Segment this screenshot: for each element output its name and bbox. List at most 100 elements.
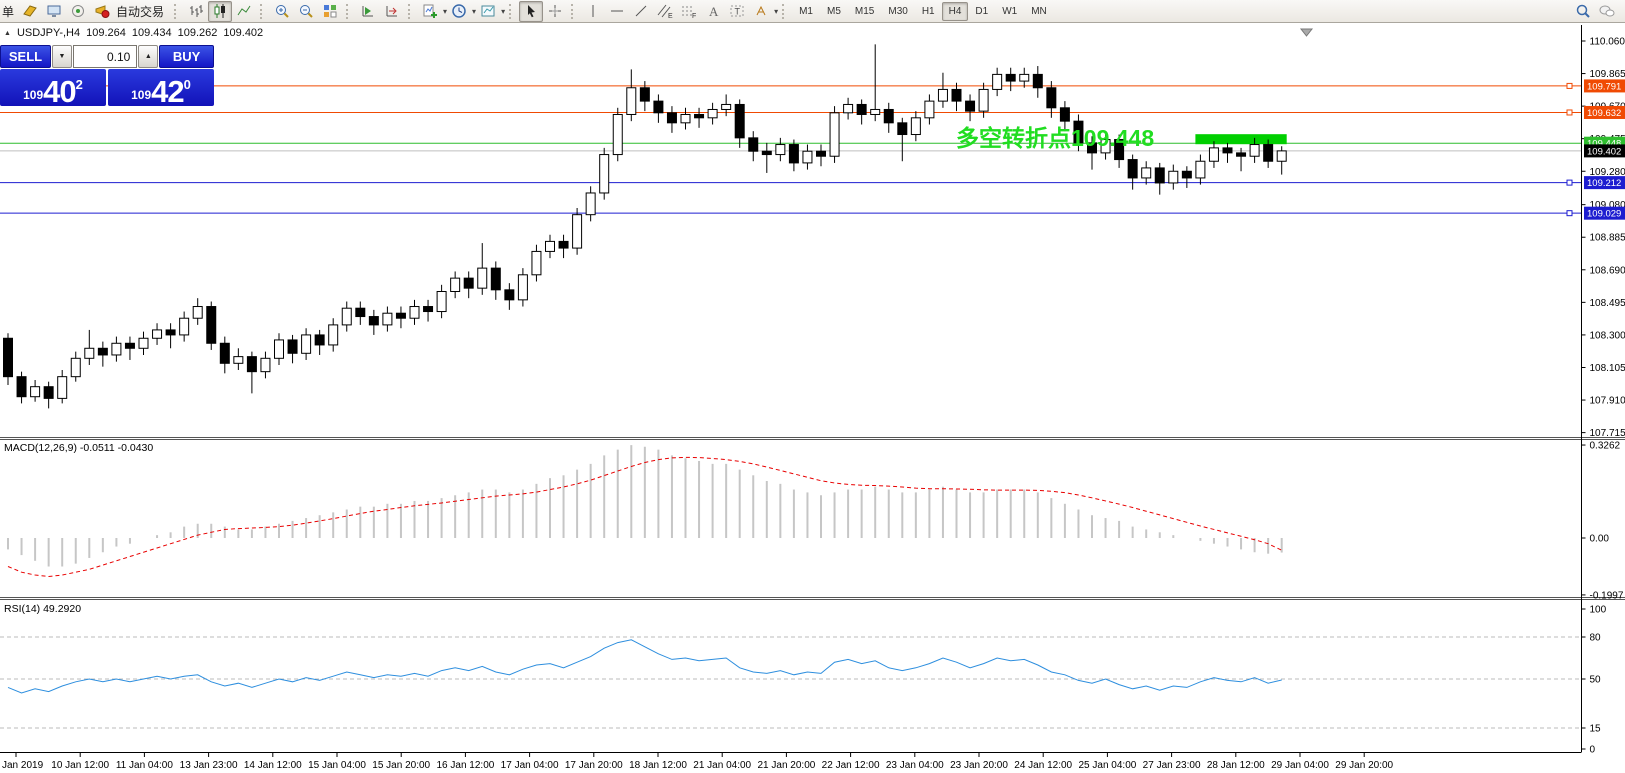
candle-body (410, 307, 419, 319)
rsi-label: RSI(14) 49.2920 (4, 603, 81, 615)
indicators-add-icon[interactable] (418, 1, 442, 22)
time-axis: Jan 201910 Jan 12:0011 Jan 04:0013 Jan 2… (2, 752, 1394, 771)
candle-body (640, 88, 649, 101)
zoom-out-icon[interactable] (294, 1, 318, 22)
volume-input[interactable]: 0.10 (73, 45, 138, 68)
auto-scroll-icon[interactable] (356, 1, 380, 22)
candle-body (1196, 161, 1205, 178)
candle-body (627, 88, 636, 115)
crosshair-icon[interactable] (543, 1, 567, 22)
bar-chart-type-icon[interactable] (184, 1, 208, 22)
candle-body (1033, 74, 1042, 87)
tf-mn-button[interactable]: MN (1024, 2, 1054, 21)
pivot-zone-rect[interactable] (1195, 134, 1286, 144)
arrows-tool-icon[interactable] (749, 1, 773, 22)
candle-body (4, 338, 13, 376)
horizontal-line-tool-icon[interactable] (605, 1, 629, 22)
cursor-icon[interactable] (519, 1, 543, 22)
candle-body (708, 109, 717, 117)
candle-body (1237, 153, 1246, 156)
text-tool-icon[interactable]: A (701, 1, 725, 22)
terminal-icon[interactable] (42, 1, 66, 22)
search-icon[interactable] (1571, 1, 1595, 22)
candle-body (789, 145, 798, 163)
dropdown-icon[interactable]: ▾ (501, 7, 505, 16)
candle-body (518, 275, 527, 300)
candlestick-chart-type-icon[interactable] (208, 1, 232, 22)
dropdown-icon[interactable]: ▾ (774, 7, 778, 16)
chat-icon[interactable] (1595, 1, 1619, 22)
chart-canvas[interactable]: 110.060109.865109.670109.475109.280109.0… (0, 0, 1625, 773)
vertical-line-tool-icon[interactable] (581, 1, 605, 22)
time-tick-label: 29 Jan 04:00 (1271, 760, 1329, 771)
line-handle[interactable] (1567, 110, 1572, 115)
sell-price-display[interactable]: 109 40 2 (0, 69, 106, 106)
tf-d1-button[interactable]: D1 (968, 2, 995, 21)
price-tag: 109.402 (1584, 144, 1625, 157)
accounts-icon[interactable] (18, 1, 42, 22)
buy-price-display[interactable]: 109 42 0 (108, 69, 214, 106)
toolbar-separator (509, 4, 515, 19)
time-tick-label: 21 Jan 20:00 (757, 760, 815, 771)
candle-body (396, 313, 405, 318)
tile-windows-icon[interactable] (318, 1, 342, 22)
sell-button[interactable]: SELL (0, 45, 51, 68)
periods-icon[interactable] (447, 1, 471, 22)
volume-increase-button[interactable]: ▲ (138, 45, 158, 68)
macd-tick-label: -0.1997 (1590, 590, 1624, 601)
buy-button[interactable]: BUY (159, 45, 214, 68)
candle-body (207, 307, 216, 344)
channel-tool-icon[interactable]: E (653, 1, 677, 22)
candle-body (1006, 74, 1015, 81)
tf-m30-button[interactable]: M30 (881, 2, 914, 21)
main-toolbar: 单 自动交易 ▾ ▾ ▾ E F A T ▾ (0, 0, 1625, 23)
new-order-button[interactable]: 单 (2, 3, 14, 20)
price-tick-label: 109.865 (1590, 69, 1625, 80)
candle-body (193, 307, 202, 319)
candle-body (315, 335, 324, 345)
line-handle[interactable] (1567, 180, 1572, 185)
mt4-window: 110.060109.865109.670109.475109.280109.0… (0, 0, 1625, 773)
fibonacci-tool-icon[interactable]: F (677, 1, 701, 22)
chart-shift-icon[interactable] (380, 1, 404, 22)
time-tick-label: 11 Jan 04:00 (116, 760, 174, 771)
collapse-icon[interactable]: ▲ (4, 30, 11, 37)
pivot-annotation-text[interactable]: 多空转折点109.448 (956, 119, 1154, 153)
rsi-pane: 1008050150RSI(14) 49.2920 (0, 603, 1607, 756)
tf-h4-button[interactable]: H4 (942, 2, 969, 21)
signal-icon[interactable] (66, 1, 90, 22)
tf-h1-button[interactable]: H1 (915, 2, 942, 21)
scroll-marker-icon[interactable] (1301, 29, 1312, 36)
expert-advisor-icon[interactable] (90, 1, 114, 22)
candle-body (559, 241, 568, 248)
timeframe-toolbar: M1 M5 M15 M30 H1 H4 D1 W1 MN (792, 2, 1054, 21)
time-tick-label: 29 Jan 20:00 (1335, 760, 1393, 771)
zoom-in-icon[interactable] (270, 1, 294, 22)
time-tick-label: 27 Jan 23:00 (1143, 760, 1201, 771)
tf-m1-button[interactable]: M1 (792, 2, 820, 21)
line-chart-type-icon[interactable] (232, 1, 256, 22)
line-handle[interactable] (1567, 211, 1572, 216)
candle-body (600, 155, 609, 193)
text-label-tool-icon[interactable]: T (725, 1, 749, 22)
candle-body (71, 358, 80, 376)
tf-w1-button[interactable]: W1 (995, 2, 1024, 21)
candle-body (98, 348, 107, 355)
tf-m15-button[interactable]: M15 (848, 2, 881, 21)
candle-body (1142, 168, 1151, 178)
time-tick-label: 24 Jan 12:00 (1014, 760, 1072, 771)
volume-decrease-button[interactable]: ▼ (52, 45, 72, 68)
trendline-tool-icon[interactable] (629, 1, 653, 22)
auto-trading-button[interactable]: 自动交易 (116, 3, 164, 20)
time-tick-label: 22 Jan 12:00 (822, 760, 880, 771)
line-handle[interactable] (1567, 83, 1572, 88)
candle-body (275, 340, 284, 358)
svg-text:A: A (709, 4, 719, 19)
time-tick-label: 17 Jan 04:00 (501, 760, 559, 771)
price-tick-label: 108.690 (1590, 265, 1625, 276)
templates-icon[interactable] (476, 1, 500, 22)
candle-body (938, 89, 947, 101)
tf-m5-button[interactable]: M5 (820, 2, 848, 21)
candle-body (1264, 145, 1273, 162)
candle-body (166, 330, 175, 335)
